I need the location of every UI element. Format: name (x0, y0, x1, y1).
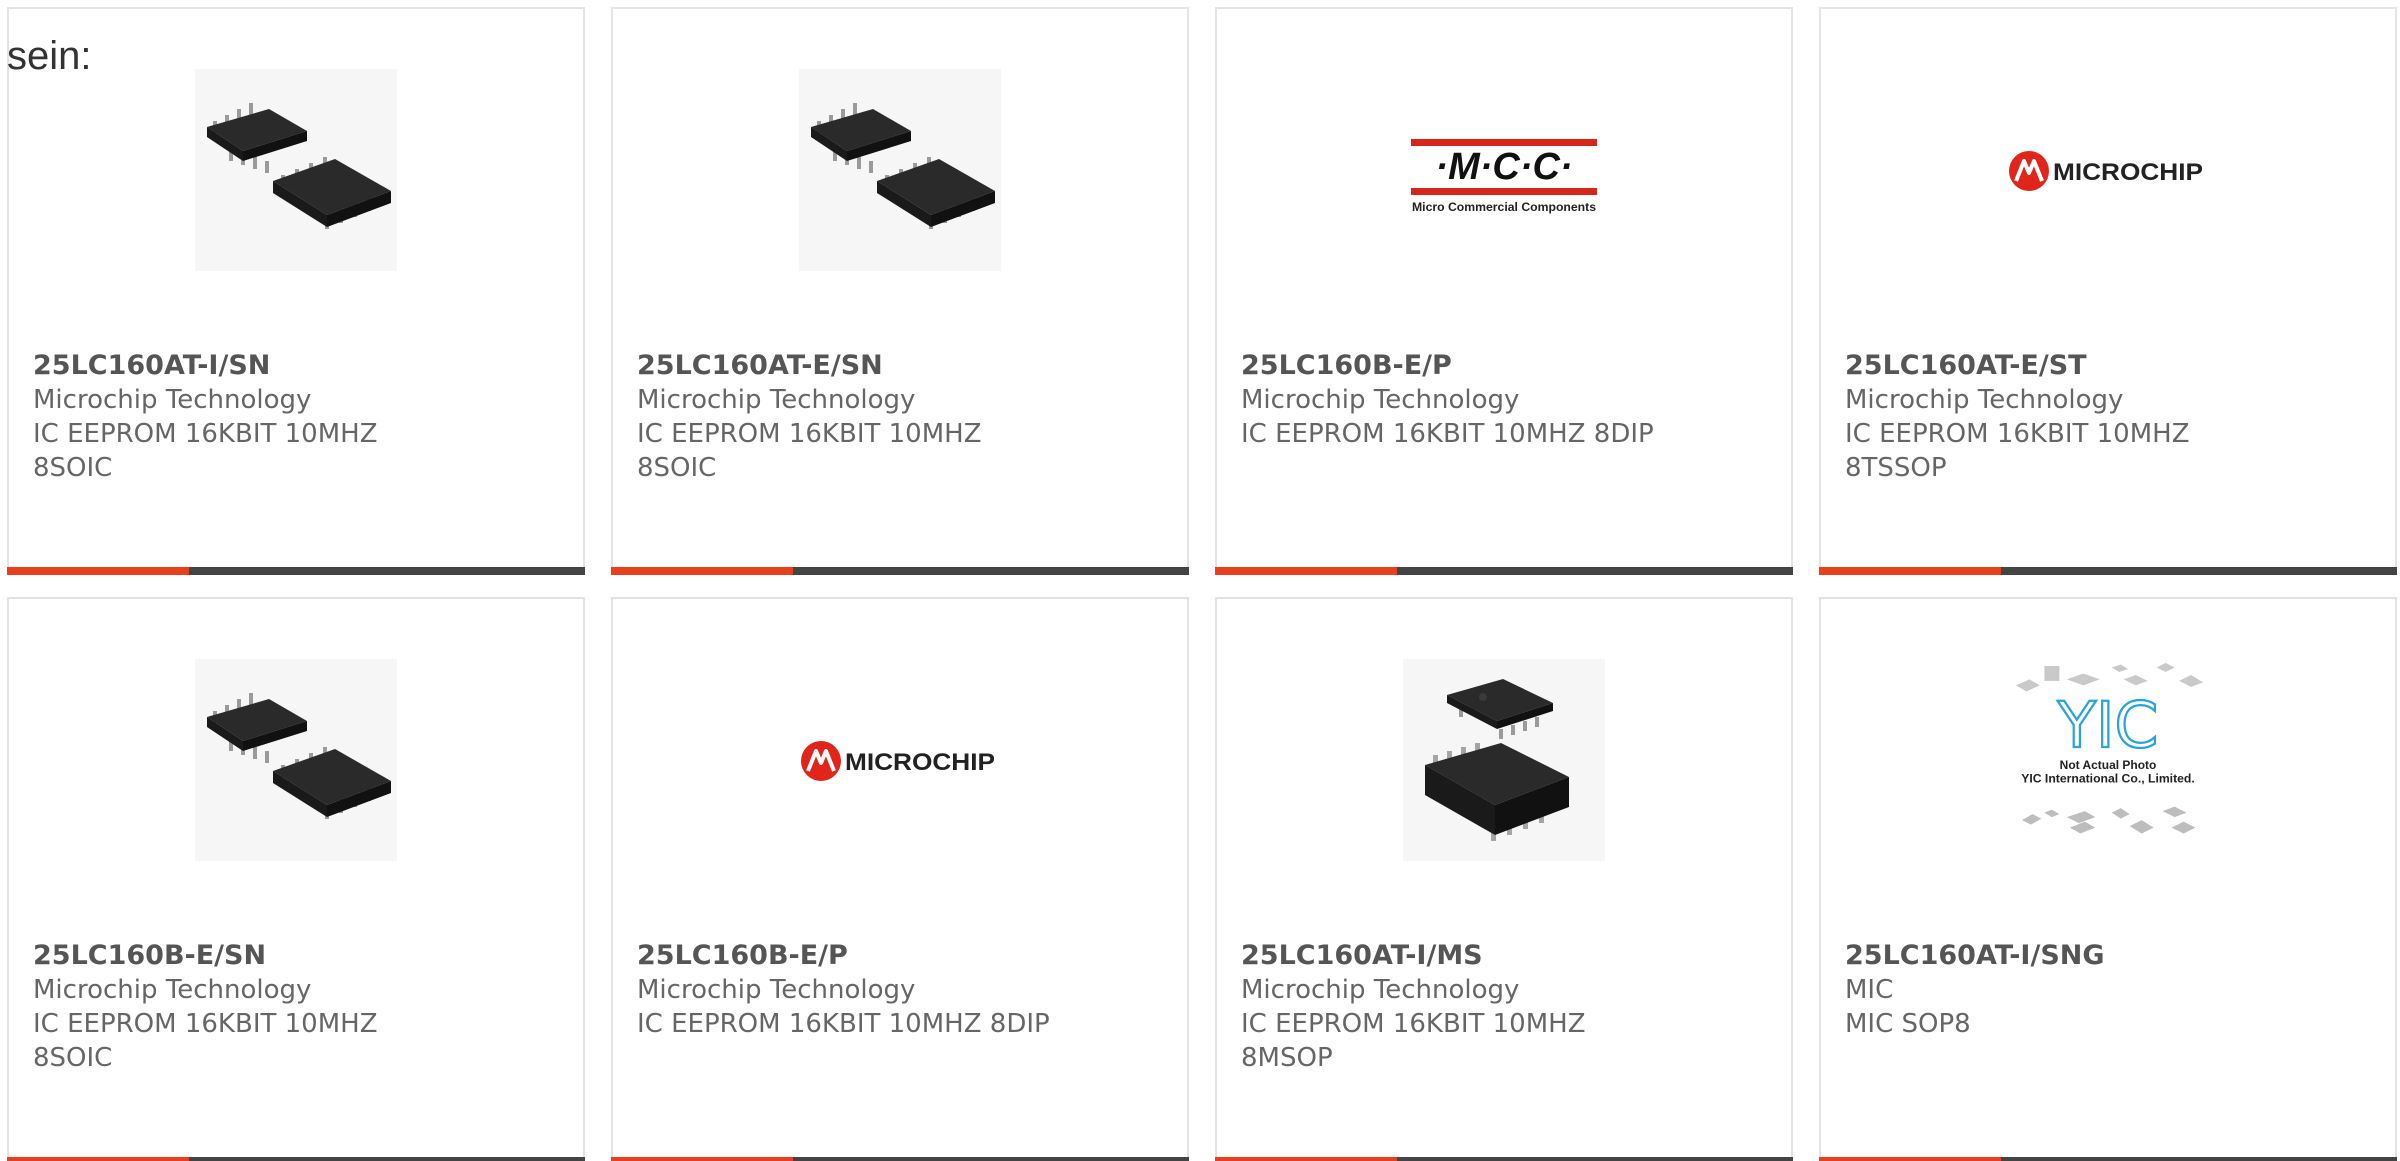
description: IC EEPROM 16KBIT 10MHZ 8DIP (1241, 419, 1654, 449)
part-number[interactable]: 25LC160AT-E/SN (637, 349, 1163, 383)
part-number[interactable]: 25LC160AT-I/SN (33, 349, 559, 383)
description: IC EEPROM 16KBIT 10MHZ 8TSSOP (1845, 419, 2190, 483)
card-accent-bar (611, 1157, 1189, 1161)
part-number[interactable]: 25LC160B-E/SN (33, 939, 559, 973)
product-card[interactable]: 25LC160B-E/SN Microchip Technology IC EE… (7, 597, 585, 1161)
intro-text: sein: (7, 34, 92, 78)
manufacturer: Microchip Technology (1241, 385, 1520, 415)
product-card[interactable]: 25LC160AT-E/SN Microchip Technology IC E… (611, 7, 1189, 575)
mcc-logo-text: ·M·C·C· (1435, 146, 1572, 188)
yic-placeholder-line1: Not Actual Photo (2060, 758, 2157, 772)
manufacturer: Microchip Technology (637, 385, 916, 415)
card-accent-bar (7, 567, 585, 575)
card-accent-bar (1215, 1157, 1793, 1161)
product-card[interactable]: ·M·C·C· Micro Commercial Components 25LC… (1215, 7, 1793, 575)
part-number[interactable]: 25LC160AT-E/ST (1845, 349, 2371, 383)
soic8-chip-image (195, 659, 397, 861)
soic8-chip-image (799, 69, 1001, 271)
card-accent-bar (7, 1157, 585, 1161)
part-number[interactable]: 25LC160AT-I/SNG (1845, 939, 2371, 973)
product-image: MICROCHIP (613, 659, 1187, 909)
product-card[interactable]: 25LC160AT-I/SN Microchip Technology IC E… (7, 7, 585, 575)
yic-placeholder-image: YIC Not Actual Photo YIC International C… (2007, 651, 2209, 853)
description: IC EEPROM 16KBIT 10MHZ 8MSOP (1241, 1009, 1586, 1073)
card-accent-bar (1819, 567, 2397, 575)
product-card[interactable]: 25LC160AT-I/MS Microchip Technology IC E… (1215, 597, 1793, 1161)
product-image (1217, 659, 1791, 909)
description: IC EEPROM 16KBIT 10MHZ 8SOIC (33, 419, 378, 483)
manufacturer: Microchip Technology (1241, 975, 1520, 1005)
part-number[interactable]: 25LC160B-E/P (1241, 349, 1767, 383)
microchip-logo-image: MICROCHIP (799, 659, 1001, 861)
microchip-logo-image: MICROCHIP (2007, 69, 2209, 271)
manufacturer: Microchip Technology (33, 385, 312, 415)
product-card[interactable]: MICROCHIP 25LC160AT-E/ST Microchip Techn… (1819, 7, 2397, 575)
mcc-logo-image: ·M·C·C· Micro Commercial Components (1403, 69, 1605, 271)
manufacturer: Microchip Technology (637, 975, 916, 1005)
product-image: YIC Not Actual Photo YIC International C… (1821, 651, 2395, 939)
description: IC EEPROM 16KBIT 10MHZ 8SOIC (33, 1009, 378, 1073)
manufacturer: Microchip Technology (33, 975, 312, 1005)
yic-logo-text: YIC (2057, 689, 2159, 762)
card-accent-bar (1819, 1157, 2397, 1161)
product-image (9, 69, 583, 319)
yic-placeholder-line2: YIC International Co., Limited. (2021, 772, 2195, 786)
description: IC EEPROM 16KBIT 10MHZ 8DIP (637, 1009, 1050, 1039)
product-card[interactable]: YIC Not Actual Photo YIC International C… (1819, 597, 2397, 1161)
card-accent-bar (611, 567, 1189, 575)
description: MIC SOP8 (1845, 1009, 1971, 1039)
manufacturer: MIC (1845, 975, 1894, 1005)
mcc-logo-subtext: Micro Commercial Components (1412, 200, 1596, 214)
product-image: MICROCHIP (1821, 69, 2395, 319)
manufacturer: Microchip Technology (1845, 385, 2124, 415)
part-number[interactable]: 25LC160B-E/P (637, 939, 1163, 973)
card-accent-bar (1215, 567, 1793, 575)
soic8-chip-image (195, 69, 397, 271)
description: IC EEPROM 16KBIT 10MHZ 8SOIC (637, 419, 982, 483)
product-card[interactable]: MICROCHIP 25LC160B-E/P Microchip Technol… (611, 597, 1189, 1161)
microchip-logo-text: MICROCHIP (2053, 159, 2203, 186)
page: sein: 25LC160AT-I/SN Microchip Technolog… (0, 0, 2400, 1161)
msop8-chip-image (1403, 659, 1605, 861)
product-image (613, 69, 1187, 319)
product-image (9, 659, 583, 909)
microchip-logo-text: MICROCHIP (845, 749, 995, 776)
part-number[interactable]: 25LC160AT-I/MS (1241, 939, 1767, 973)
product-image: ·M·C·C· Micro Commercial Components (1217, 69, 1791, 319)
